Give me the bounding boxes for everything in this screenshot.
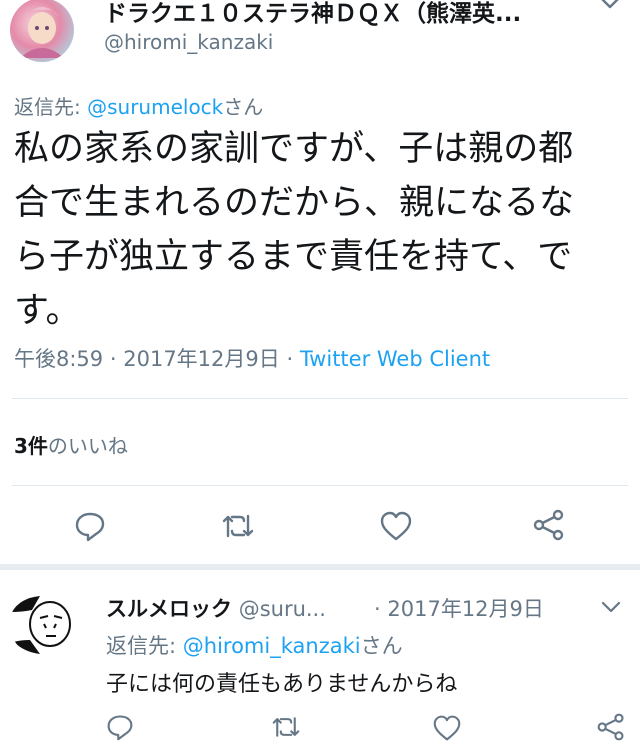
divider (12, 398, 628, 399)
avatar-illustration (20, 7, 64, 58)
reply-icon[interactable] (74, 510, 106, 542)
reply-date[interactable]: 2017年12月9日 (387, 597, 544, 621)
meta-separator: · (286, 347, 294, 371)
reply-to-handle-link[interactable]: @hiromi_kanzaki (183, 634, 361, 658)
reply-author-handle[interactable]: @suru... (239, 597, 326, 621)
tweet-time[interactable]: 午後8:59 (14, 347, 103, 371)
reply-to-suffix: さん (360, 634, 403, 658)
tweet-client-link[interactable]: Twitter Web Client (300, 347, 490, 371)
likes-label: のいいね (47, 434, 128, 458)
share-icon[interactable] (596, 712, 626, 742)
main-reply-to: 返信先: @surumelockさん (14, 91, 263, 120)
likes-count: 3件 (14, 434, 48, 458)
retweet-icon[interactable] (220, 510, 256, 542)
tweet-text-line: ら子が独立するまで責任を持て、で (14, 237, 573, 277)
reply-to-prefix: 返信先: (106, 634, 183, 658)
main-author-name[interactable]: ドラクエ１０ステラ神ＤＱＸ（熊澤英... (104, 0, 554, 28)
tweet-meta: 午後8:59 · 2017年12月9日 · Twitter Web Client (14, 343, 490, 373)
tweet-text-line: す。 (14, 291, 81, 331)
retweet-icon[interactable] (270, 713, 302, 741)
reply-header: スルメロック @suru... (106, 593, 326, 623)
tweet-date[interactable]: 2017年12月9日 (123, 347, 280, 371)
meta-separator: · (109, 347, 117, 371)
reply-date-group: · 2017年12月9日 (374, 593, 544, 623)
reply-to-prefix: 返信先: (14, 95, 88, 119)
reply-icon[interactable] (106, 713, 134, 741)
section-divider (0, 564, 640, 570)
reply-to-suffix: さん (223, 95, 264, 119)
likes-summary[interactable]: 3件のいいね (14, 430, 128, 459)
divider (12, 485, 628, 486)
reply-tweet-text: 子には何の責任もありませんからね (106, 672, 458, 697)
like-heart-icon[interactable] (379, 510, 413, 542)
like-heart-icon[interactable] (432, 714, 462, 742)
reply-reply-to: 返信先: @hiromi_kanzakiさん (106, 630, 403, 660)
tweet-text-line: 私の家系の家訓ですが、子は親の都 (14, 129, 574, 169)
reply-to-handle-link[interactable]: @surumelock (87, 95, 223, 119)
main-author-avatar[interactable] (10, 0, 74, 62)
main-author-handle[interactable]: @hiromi_kanzaki (104, 30, 273, 54)
chevron-down-icon[interactable] (598, 0, 622, 10)
reply-author-avatar[interactable] (10, 590, 78, 658)
share-icon[interactable] (532, 508, 566, 542)
main-tweet-text: 私の家系の家訓ですが、子は親の都 合で生まれるのだから、親になるな ら子が独立す… (14, 122, 574, 338)
avatar-illustration (12, 596, 71, 654)
reply-author-name[interactable]: スルメロック (106, 597, 232, 621)
reply-chevron-down-icon[interactable] (600, 601, 622, 614)
tweet-text-line: 合で生まれるのだから、親になるな (14, 183, 575, 223)
meta-separator: · (374, 597, 381, 621)
